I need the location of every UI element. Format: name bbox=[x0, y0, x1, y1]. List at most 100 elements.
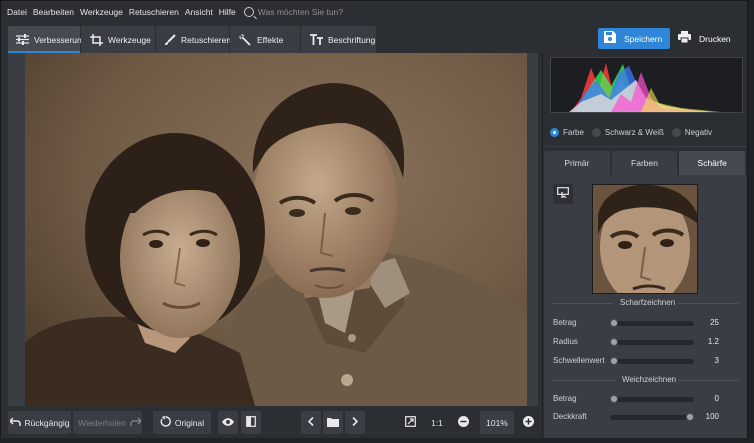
slider-value: 0 bbox=[714, 394, 719, 403]
color-mode-group: Farbe Schwarz & Weiß Negativ bbox=[550, 124, 743, 140]
radio-label: Farbe bbox=[563, 127, 584, 137]
undo-label: Rückgängig bbox=[24, 417, 70, 428]
slider-knob[interactable] bbox=[686, 413, 694, 421]
radio-label: Schwarz & Weiß bbox=[604, 127, 664, 137]
blur-opacity-slider[interactable] bbox=[610, 413, 694, 421]
slider-knob[interactable] bbox=[610, 395, 618, 403]
tab-farben[interactable]: Farben bbox=[611, 151, 678, 175]
slider-value: 1.2 bbox=[707, 337, 719, 346]
undo-button[interactable]: Rückgängig bbox=[8, 411, 71, 434]
menu-retuschieren[interactable]: Retuschieren bbox=[129, 7, 179, 17]
slider-knob[interactable] bbox=[610, 357, 618, 365]
sharpen-amount-slider[interactable] bbox=[610, 319, 694, 327]
divider bbox=[553, 303, 613, 304]
zoom-in-button[interactable] bbox=[519, 411, 537, 434]
blur-amount-slider[interactable] bbox=[610, 395, 694, 403]
tab-effekte[interactable]: Effekte bbox=[230, 26, 300, 53]
preview-toggle-button[interactable] bbox=[553, 184, 573, 204]
divider bbox=[678, 303, 738, 304]
slider-knob[interactable] bbox=[610, 338, 618, 346]
radio-label: Negativ bbox=[684, 127, 713, 137]
actual-size-label: 1:1 bbox=[431, 417, 443, 428]
sharpen-radius-slider[interactable] bbox=[610, 338, 694, 346]
radio-schwarz-weiss[interactable]: Schwarz & Weiß bbox=[591, 127, 664, 137]
app-window: Datei Bearbeiten Werkzeuge Retuschieren … bbox=[0, 0, 748, 438]
slider-knob[interactable] bbox=[610, 319, 618, 327]
search-icon bbox=[243, 7, 254, 17]
save-button[interactable]: Speichern bbox=[598, 28, 670, 49]
radio-dot bbox=[671, 127, 681, 137]
preview-eye-button[interactable] bbox=[218, 411, 238, 434]
slider-label: Deckkraft bbox=[553, 412, 587, 421]
original-button[interactable]: Original bbox=[153, 411, 211, 434]
tab-beschriftung[interactable]: Beschriftung bbox=[301, 26, 376, 53]
next-image-button[interactable] bbox=[345, 411, 365, 434]
menu-ansicht[interactable]: Ansicht bbox=[185, 7, 213, 17]
menu-hilfe[interactable]: Hilfe bbox=[219, 7, 236, 17]
fit-screen-icon bbox=[404, 416, 416, 429]
slider-label: Radius bbox=[553, 337, 578, 346]
zoom-in-icon bbox=[522, 416, 534, 429]
tab-label: Beschriftung bbox=[328, 34, 376, 45]
menu-bearbeiten[interactable]: Bearbeiten bbox=[33, 7, 74, 17]
print-button[interactable]: Drucken bbox=[672, 28, 744, 49]
menu-datei[interactable]: Datei bbox=[7, 7, 27, 17]
tab-label: Effekte bbox=[257, 34, 284, 45]
floppy-icon bbox=[604, 31, 616, 46]
tab-werkzeuge[interactable]: Werkzeuge bbox=[81, 26, 155, 53]
divider bbox=[678, 380, 738, 381]
bottom-bar: Rückgängig Wiederholen Original 1:1 101% bbox=[1, 407, 545, 438]
compare-icon bbox=[246, 416, 256, 429]
menu-bar: Datei Bearbeiten Werkzeuge Retuschieren … bbox=[1, 1, 747, 23]
original-label: Original bbox=[174, 417, 205, 428]
tab-label: Werkzeuge bbox=[108, 34, 151, 45]
chevron-left-icon bbox=[307, 416, 314, 428]
radio-dot bbox=[591, 127, 601, 137]
redo-label: Wiederholen bbox=[78, 417, 126, 428]
tab-primaer[interactable]: Primär bbox=[544, 151, 610, 175]
sharpen-title: Scharfzeichnen bbox=[620, 298, 676, 307]
search-placeholder[interactable]: Was möchten Sie tun? bbox=[258, 7, 343, 17]
brush-icon bbox=[164, 33, 176, 46]
slider-label: Betrag bbox=[553, 394, 577, 403]
detail-preview[interactable] bbox=[592, 184, 698, 294]
zoom-level[interactable]: 101% bbox=[480, 411, 514, 434]
folder-icon bbox=[327, 417, 339, 429]
actual-size-button[interactable]: 1:1 bbox=[426, 411, 448, 434]
slider-value: 100 bbox=[705, 412, 719, 421]
prev-image-button[interactable] bbox=[301, 411, 321, 434]
divider bbox=[553, 380, 615, 381]
tab-schaerfe[interactable]: Schärfe bbox=[679, 151, 746, 175]
sliders-icon bbox=[16, 34, 29, 46]
photo[interactable] bbox=[25, 53, 527, 406]
blur-title: Weichzeichnen bbox=[622, 375, 677, 384]
menu-werkzeuge[interactable]: Werkzeuge bbox=[80, 7, 123, 17]
panel-tabs: Primär Farben Schärfe bbox=[544, 151, 747, 175]
radio-negativ[interactable]: Negativ bbox=[671, 127, 713, 137]
image-canvas[interactable] bbox=[8, 53, 538, 406]
compare-button[interactable] bbox=[241, 411, 261, 434]
tab-verbesserung[interactable]: Verbesserung bbox=[8, 26, 86, 53]
adjustments-panel: Farbe Schwarz & Weiß Negativ Primär Farb… bbox=[542, 53, 747, 438]
undo-icon bbox=[8, 417, 21, 428]
slider-label: Betrag bbox=[553, 318, 577, 327]
redo-icon bbox=[130, 417, 142, 428]
redo-button[interactable]: Wiederholen bbox=[73, 411, 142, 434]
chevron-right-icon bbox=[352, 416, 359, 428]
slider-label: Schwellenwert bbox=[553, 356, 605, 365]
tab-retuschieren[interactable]: Retuschieren bbox=[156, 26, 231, 53]
radio-farbe[interactable]: Farbe bbox=[550, 127, 584, 137]
fit-screen-button[interactable] bbox=[400, 411, 420, 434]
divider bbox=[543, 146, 747, 147]
save-label: Speichern bbox=[624, 33, 663, 44]
text-icon bbox=[309, 34, 323, 46]
sharpen-threshold-slider[interactable] bbox=[610, 357, 694, 365]
open-folder-button[interactable] bbox=[323, 411, 343, 434]
preview-icon bbox=[557, 187, 569, 201]
slider-value: 3 bbox=[714, 356, 719, 365]
menu-search[interactable]: Was möchten Sie tun? bbox=[243, 7, 343, 17]
zoom-out-button[interactable] bbox=[454, 411, 472, 434]
zoom-out-icon bbox=[457, 416, 469, 429]
print-label: Drucken bbox=[699, 33, 731, 44]
reset-icon bbox=[160, 415, 171, 429]
